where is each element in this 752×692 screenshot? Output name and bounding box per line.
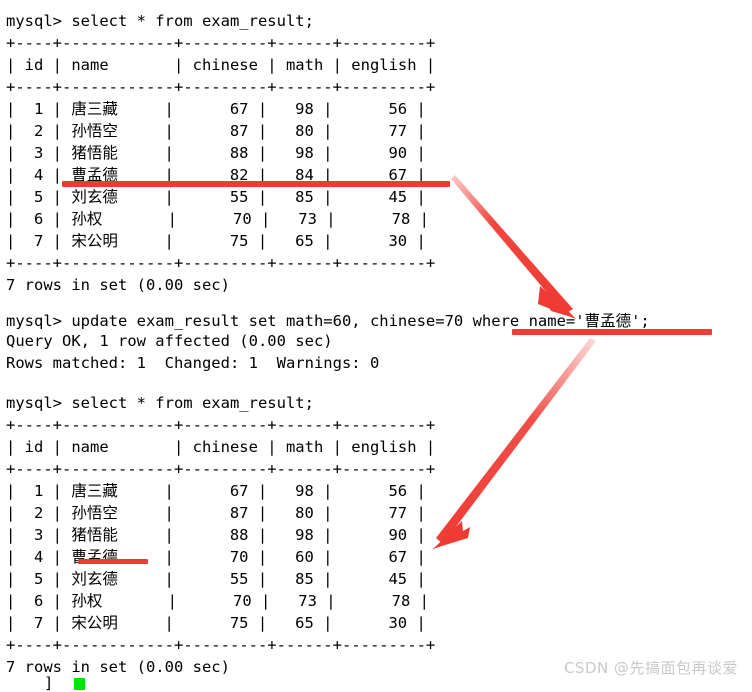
- update-statement-name: 曹孟德: [584, 312, 632, 330]
- table2-row-1: | 1 | 唐三藏 | 67 | 98 | 56 |: [6, 480, 426, 502]
- terminal-window: mysql> select * from exam_result; +----+…: [0, 0, 752, 692]
- table1-row-3: | 3 | 猪悟能 | 88 | 98 | 90 |: [6, 142, 426, 164]
- terminal-line-select-2: mysql> select * from exam_result;: [6, 394, 314, 412]
- row-name: 孙悟空: [71, 504, 118, 522]
- row-prefix: | 7 |: [6, 614, 72, 632]
- row-name: 曹孟德: [71, 166, 118, 184]
- row-name: 唐三藏: [71, 482, 118, 500]
- row-name: 曹孟德: [71, 548, 118, 566]
- csdn-watermark: CSDN @先搞面包再谈爱: [563, 659, 738, 677]
- table2-row-3: | 3 | 猪悟能 | 88 | 98 | 90 |: [6, 524, 426, 546]
- row-name: 刘玄德: [71, 188, 118, 206]
- row-values: | 82 | 84 | 67 |: [117, 166, 426, 184]
- table1-header-row: | id | name | chinese | math | english |: [6, 56, 436, 74]
- table1-row-7: | 7 | 宋公明 | 75 | 65 | 30 |: [6, 230, 426, 252]
- row-prefix: | 3 |: [6, 144, 72, 162]
- row-name: 猪悟能: [71, 526, 118, 544]
- row-name: 孙权: [71, 210, 103, 228]
- row-values: | 70 | 73 | 78 |: [102, 592, 429, 610]
- row-values: | 70 | 60 | 67 |: [117, 548, 426, 566]
- row-name: 孙权: [71, 592, 103, 610]
- row-prefix: | 2 |: [6, 122, 72, 140]
- row-prefix: | 4 |: [6, 548, 72, 566]
- row-values: | 67 | 98 | 56 |: [117, 482, 426, 500]
- table1-row-6: | 6 | 孙权 | 70 | 73 | 78 |: [6, 208, 429, 230]
- update-statement-head: mysql> update exam_result set math=60, c…: [6, 312, 585, 330]
- row-name: 宋公明: [71, 614, 118, 632]
- table2-header-row: | id | name | chinese | math | english |: [6, 438, 436, 456]
- table1-row-2: | 2 | 孙悟空 | 87 | 80 | 77 |: [6, 120, 426, 142]
- row-prefix: | 2 |: [6, 504, 72, 522]
- row-prefix: | 6 |: [6, 210, 72, 228]
- table2-row-4: | 4 | 曹孟德 | 70 | 60 | 67 |: [6, 546, 426, 568]
- row-values: | 75 | 65 | 30 |: [117, 614, 426, 632]
- row-prefix: | 4 |: [6, 166, 72, 184]
- row-values: | 87 | 80 | 77 |: [117, 504, 426, 522]
- terminal-cursor: [74, 678, 85, 690]
- table2-border-bottom: +----+------------+---------+------+----…: [6, 636, 436, 654]
- row-values: | 55 | 85 | 45 |: [117, 570, 426, 588]
- table2-border-top: +----+------------+---------+------+----…: [6, 416, 436, 434]
- row-prefix: | 3 |: [6, 526, 72, 544]
- row-name: 宋公明: [71, 232, 118, 250]
- table1-border-top: +----+------------+---------+------+----…: [6, 34, 436, 52]
- row-prefix: | 6 |: [6, 592, 72, 610]
- table2-row-7: | 7 | 宋公明 | 75 | 65 | 30 |: [6, 612, 426, 634]
- prompt-tail: ]: [44, 674, 54, 692]
- table1-border-mid: +----+------------+---------+------+----…: [6, 78, 436, 96]
- table2-row-6: | 6 | 孙权 | 70 | 73 | 78 |: [6, 590, 429, 612]
- table2-row-2: | 2 | 孙悟空 | 87 | 80 | 77 |: [6, 502, 426, 524]
- terminal-line-update: mysql> update exam_result set math=60, c…: [6, 310, 650, 332]
- update-rows-matched: Rows matched: 1 Changed: 1 Warnings: 0: [6, 354, 380, 372]
- table1-row-1: | 1 | 唐三藏 | 67 | 98 | 56 |: [6, 98, 426, 120]
- row-prefix: | 5 |: [6, 188, 72, 206]
- table1-footer: 7 rows in set (0.00 sec): [6, 276, 230, 294]
- terminal-line-select-1: mysql> select * from exam_result;: [6, 12, 314, 30]
- row-values: | 67 | 98 | 56 |: [117, 100, 426, 118]
- row-prefix: | 1 |: [6, 100, 72, 118]
- row-name: 刘玄德: [71, 570, 118, 588]
- table1-row-4: | 4 | 曹孟德 | 82 | 84 | 67 |: [6, 164, 426, 186]
- table2-row-5: | 5 | 刘玄德 | 55 | 85 | 45 |: [6, 568, 426, 590]
- row-prefix: | 1 |: [6, 482, 72, 500]
- row-name: 猪悟能: [71, 144, 118, 162]
- row-values: | 88 | 98 | 90 |: [117, 526, 426, 544]
- table2-footer: 7 rows in set (0.00 sec): [6, 658, 230, 676]
- table1-row-5: | 5 | 刘玄德 | 55 | 85 | 45 |: [6, 186, 426, 208]
- row-name: 唐三藏: [71, 100, 118, 118]
- row-values: | 70 | 73 | 78 |: [102, 210, 429, 228]
- update-statement-tail: ';: [631, 312, 650, 330]
- row-prefix: | 5 |: [6, 570, 72, 588]
- table2-border-mid: +----+------------+---------+------+----…: [6, 460, 436, 478]
- row-values: | 55 | 85 | 45 |: [117, 188, 426, 206]
- row-name: 孙悟空: [71, 122, 118, 140]
- update-query-ok: Query OK, 1 row affected (0.00 sec): [6, 332, 333, 350]
- row-values: | 75 | 65 | 30 |: [117, 232, 426, 250]
- table1-border-bottom: +----+------------+---------+------+----…: [6, 254, 436, 272]
- row-values: | 87 | 80 | 77 |: [117, 122, 426, 140]
- row-values: | 88 | 98 | 90 |: [117, 144, 426, 162]
- row-prefix: | 7 |: [6, 232, 72, 250]
